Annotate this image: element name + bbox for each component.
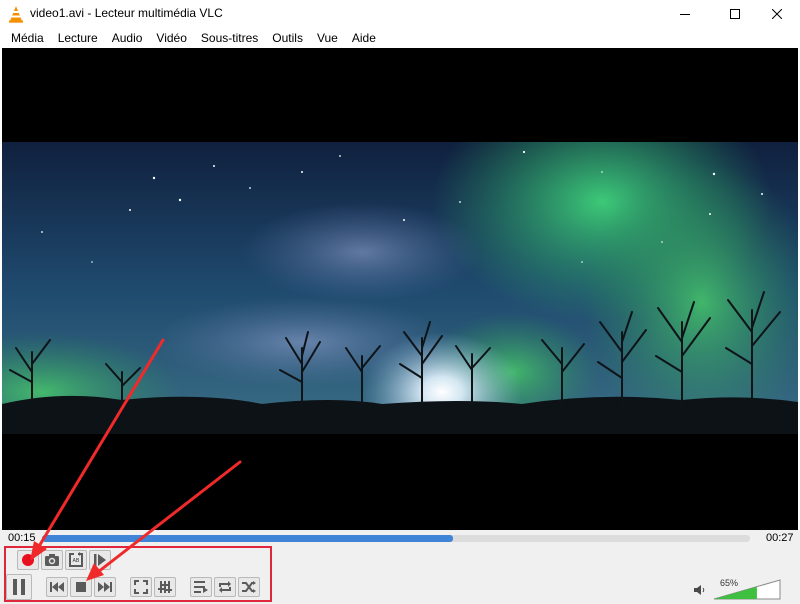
menu-lecture[interactable]: Lecture: [51, 28, 105, 48]
seek-bar-fill: [42, 535, 453, 542]
menu-video[interactable]: Vidéo: [149, 28, 193, 48]
total-time: 00:27: [766, 532, 794, 544]
menu-bar: Média Lecture Audio Vidéo Sous-titres Ou…: [0, 28, 800, 48]
menu-subtitles[interactable]: Sous-titres: [194, 28, 265, 48]
vlc-cone-icon: [9, 6, 23, 23]
volume-percentage: 65%: [720, 578, 739, 588]
menu-tools[interactable]: Outils: [265, 28, 310, 48]
menu-audio[interactable]: Audio: [105, 28, 150, 48]
seek-bar[interactable]: [42, 535, 750, 542]
maximize-icon: [730, 9, 740, 19]
menu-media[interactable]: Média: [4, 28, 51, 48]
menu-view[interactable]: Vue: [310, 28, 345, 48]
title-bar: video1.avi - Lecteur multimédia VLC: [0, 0, 800, 28]
speaker-icon[interactable]: [694, 584, 706, 596]
maximize-button[interactable]: [712, 0, 758, 28]
minimize-button[interactable]: [662, 0, 708, 28]
video-frame: [2, 142, 798, 434]
minimize-icon: [680, 14, 690, 15]
close-button[interactable]: [754, 0, 800, 28]
window-title: video1.avi - Lecteur multimédia VLC: [30, 6, 223, 20]
elapsed-time: 00:15: [8, 532, 36, 544]
seek-row: 00:15 00:27: [0, 530, 800, 546]
controls-highlight-box: [4, 546, 272, 602]
control-panel: AB 65%: [0, 546, 800, 604]
menu-help[interactable]: Aide: [345, 28, 383, 48]
close-icon: [772, 9, 782, 19]
video-area[interactable]: [2, 48, 798, 530]
